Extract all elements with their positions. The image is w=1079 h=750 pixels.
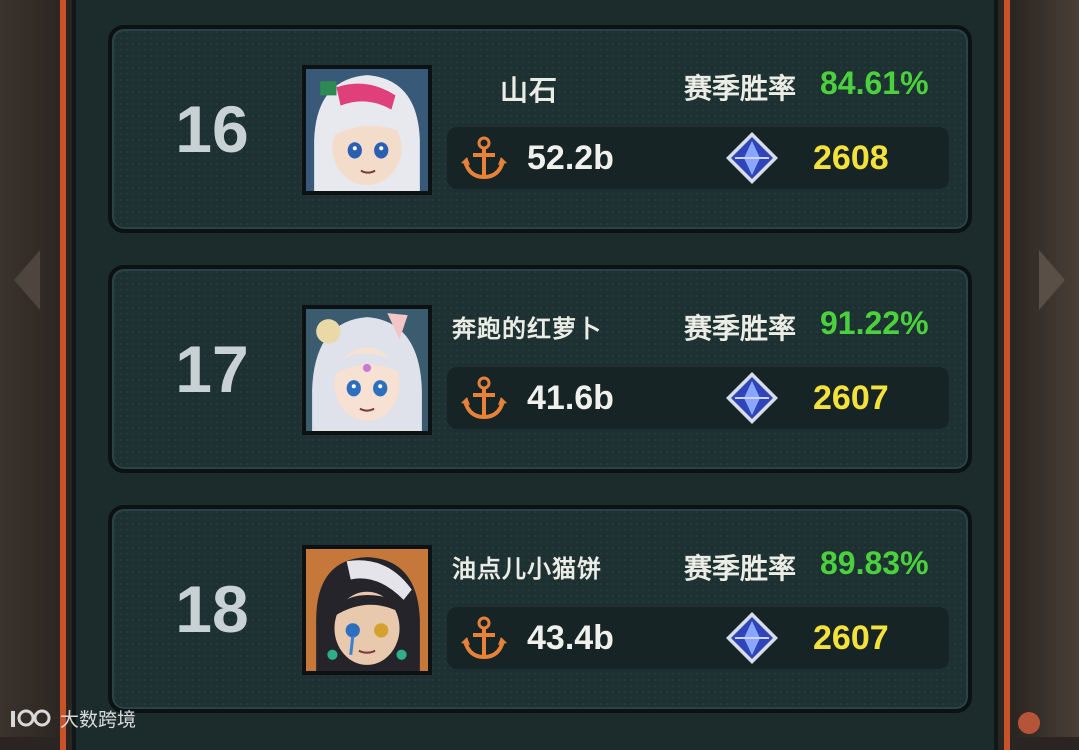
season-winrate-value: 91.22%: [820, 305, 929, 341]
watermark-logo-icon: [11, 709, 51, 727]
rank-number: 16: [175, 92, 249, 166]
ranking-score-value: 2607: [813, 379, 889, 417]
blue-crystal-icon: [726, 372, 778, 424]
combat-power-value: 43.4b: [527, 619, 614, 657]
blue-crystal-icon: [726, 612, 778, 664]
ranking-score-value: 2607: [813, 619, 889, 657]
character-portrait-white-hair-flower-icon: [306, 309, 428, 431]
season-winrate-label: 赛季胜率: [684, 72, 797, 105]
stats-bar: 43.4b 2607: [447, 607, 949, 669]
player-name: 奔跑的红萝卜: [452, 315, 602, 343]
character-portrait-black-white-hair-icon: [306, 549, 428, 671]
blue-crystal-icon: [726, 132, 778, 184]
watermark-text: 大数跨境: [60, 708, 137, 731]
season-winrate-label: 赛季胜率: [684, 312, 797, 345]
anchor-icon: [461, 136, 507, 180]
season-winrate-label: 赛季胜率: [684, 552, 797, 585]
rank-number: 18: [175, 572, 249, 646]
season-winrate-value: 84.61%: [820, 65, 929, 101]
player-name: 山石: [500, 74, 559, 107]
next-page-chevron-icon[interactable]: [1039, 250, 1065, 310]
previous-page-chevron-icon[interactable]: [14, 250, 40, 310]
season-winrate-value: 89.83%: [820, 545, 929, 581]
leaderboard-row-17[interactable]: 17 奔跑的红萝卜 赛季胜率 91.22% 41.6b 2607: [108, 265, 972, 473]
character-portrait-white-hair-pink-streak-icon: [306, 69, 428, 191]
player-avatar[interactable]: [302, 65, 432, 195]
player-avatar[interactable]: [302, 545, 432, 675]
player-avatar[interactable]: [302, 305, 432, 435]
stats-bar: 41.6b 2607: [447, 367, 949, 429]
anchor-icon: [461, 376, 507, 420]
combat-power-value: 41.6b: [527, 379, 614, 417]
anchor-icon: [461, 616, 507, 660]
rank-number: 17: [175, 332, 249, 406]
watermark: 大数跨境: [8, 704, 136, 732]
player-name: 油点儿小猫饼: [452, 555, 602, 583]
leaderboard-row-18[interactable]: 18 油点儿小猫饼 赛季胜率 89.83% 43.4b 2607: [108, 505, 972, 713]
stats-bar: 52.2b 2608: [447, 127, 949, 189]
ranking-score-value: 2608: [813, 139, 889, 177]
leaderboard-row-16[interactable]: 16 山石 赛季胜率 84.61% 52.2b 2608: [108, 25, 972, 233]
corner-decoration: [1018, 712, 1040, 734]
combat-power-value: 52.2b: [527, 139, 614, 177]
